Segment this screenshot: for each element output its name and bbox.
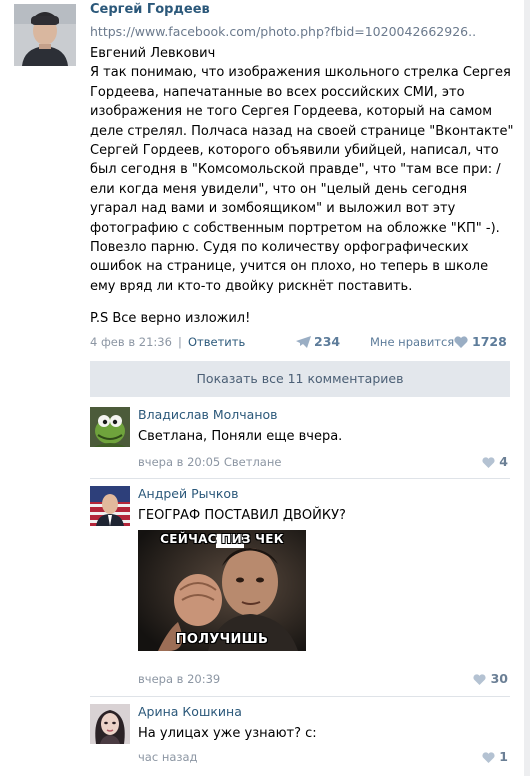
comment-text: Светлана, Поняли еще вчера.: [138, 429, 343, 444]
comment-like-count: 30: [490, 671, 508, 686]
like-label[interactable]: Мне нравится: [370, 335, 454, 349]
meme-top-text: СЕЙЧАС ПИЗ ЧЕК: [160, 532, 284, 546]
comment-avatar[interactable]: [90, 704, 130, 744]
post-text: Евгений Левкович Я так понимаю, что изоб…: [90, 44, 515, 296]
comment-meme-image[interactable]: СЕЙЧАС ПИЗ ЧЕК ПОЛУЧИШЬ: [138, 530, 306, 651]
comment-like[interactable]: 30: [473, 671, 508, 686]
reply-button[interactable]: Ответить: [188, 335, 245, 349]
share-icon[interactable]: [296, 336, 311, 351]
heart-icon[interactable]: [454, 336, 468, 351]
post-meta: 4 фев в 21:36 | Ответить 234 Мне нравитс…: [90, 333, 515, 353]
comment-meta[interactable]: вчера в 20:39: [138, 672, 220, 686]
comment-author[interactable]: Андрей Рычков: [138, 486, 238, 501]
divider: [90, 696, 510, 697]
show-all-comments-button[interactable]: Показать все 11 комментариев: [90, 361, 510, 397]
heart-icon: [482, 749, 499, 764]
comment-avatar[interactable]: [90, 486, 130, 526]
comment-text: На улицах уже узнают? с:: [138, 726, 317, 741]
post-date[interactable]: 4 фев в 21:36: [90, 335, 172, 349]
heart-icon: [473, 671, 490, 686]
post-source-link[interactable]: https://www.facebook.com/photo.php?fbid=…: [90, 24, 476, 39]
comment-like-count: 1: [499, 749, 508, 764]
like-count[interactable]: 1728: [472, 334, 507, 349]
wall-post-frame: Сергей Гордеев https://www.facebook.com/…: [0, 0, 524, 776]
comment: Владислав Молчанов Светлана, Поняли еще …: [90, 407, 510, 471]
share-count[interactable]: 234: [314, 334, 340, 349]
comment-text: ГЕОГРАФ ПОСТАВИЛ ДВОЙКУ?: [138, 508, 346, 523]
divider: [90, 478, 510, 479]
comment-like[interactable]: 1: [482, 749, 508, 764]
comment: Андрей Рычков ГЕОГРАФ ПОСТАВИЛ ДВОЙКУ? С…: [90, 486, 510, 694]
meta-separator: |: [178, 335, 182, 349]
heart-icon: [482, 454, 499, 469]
comment-like-count: 4: [499, 454, 508, 469]
comment-meta[interactable]: вчера в 20:05 Светлане: [138, 455, 281, 469]
post-ps: P.S Все верно изложил!: [90, 311, 251, 326]
post-paragraph: Евгений Левкович Я так понимаю, что изоб…: [90, 46, 514, 294]
meme-bottom-text: ПОЛУЧИШЬ: [175, 632, 269, 647]
comment-like[interactable]: 4: [482, 454, 508, 469]
comment-author[interactable]: Арина Кошкина: [138, 704, 242, 719]
comment: Арина Кошкина На улицах уже узнают? с: ч…: [90, 704, 510, 770]
post-author-avatar[interactable]: [14, 4, 76, 66]
comment-author[interactable]: Владислав Молчанов: [138, 407, 278, 422]
comment-avatar[interactable]: [90, 407, 130, 447]
post-author-link[interactable]: Сергей Гордеев: [90, 2, 210, 17]
comment-meta[interactable]: час назад: [138, 750, 198, 764]
